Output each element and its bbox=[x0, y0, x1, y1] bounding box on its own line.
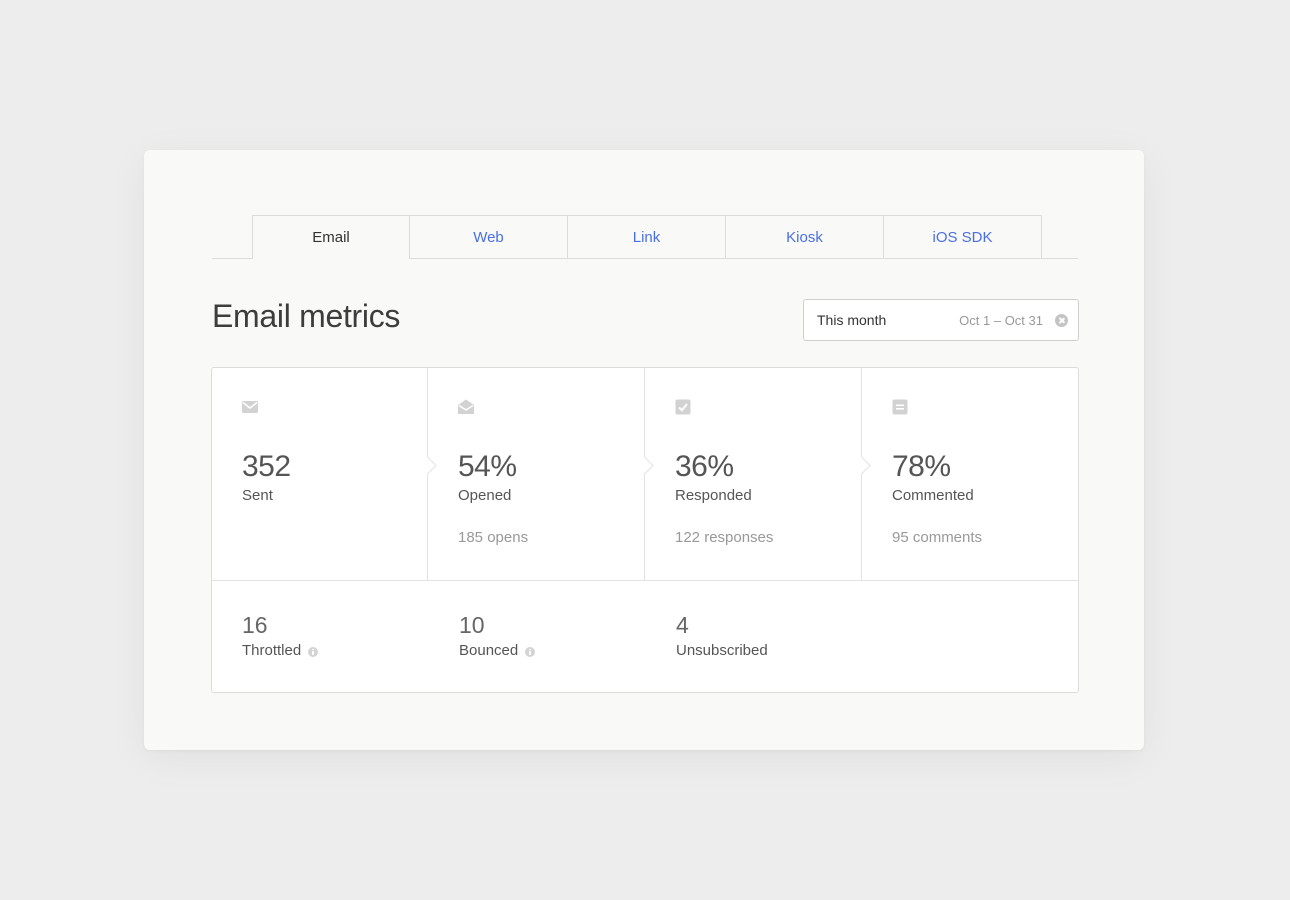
metric-commented: 78% Commented 95 comments bbox=[852, 368, 1078, 580]
metric-label: Responded bbox=[675, 487, 752, 504]
tab-kiosk[interactable]: Kiosk bbox=[726, 215, 884, 258]
metric-sent: 352 Sent bbox=[212, 368, 429, 580]
envelope-icon bbox=[242, 401, 258, 413]
metric-value: 10 bbox=[459, 612, 485, 638]
metric-throttled: 16 Throttled bbox=[212, 581, 429, 692]
metric-label: Opened bbox=[458, 487, 512, 504]
metrics-card: Email Web Link Kiosk iOS SDK Email metri… bbox=[144, 150, 1144, 750]
metric-label: Commented bbox=[892, 487, 974, 504]
metric-bounced: 10 Bounced bbox=[429, 581, 646, 692]
metric-label: Unsubscribed bbox=[676, 642, 768, 659]
checkbox-icon bbox=[675, 399, 691, 415]
secondary-row: 16 Throttled 10 Bounced 4 Unsubscribed bbox=[212, 581, 1078, 692]
metric-label: Bounced bbox=[459, 642, 519, 659]
metric-detail: 122 responses bbox=[675, 529, 774, 546]
metric-detail: 95 comments bbox=[892, 529, 983, 546]
metric-value: 352 bbox=[242, 450, 291, 483]
metric-value: 4 bbox=[676, 612, 689, 638]
metric-value: 16 bbox=[242, 612, 268, 638]
metric-unsubscribed: 4 Unsubscribed bbox=[646, 581, 863, 692]
metric-value: 36% bbox=[675, 450, 734, 483]
metric-detail: 185 opens bbox=[458, 529, 529, 546]
tab-link[interactable]: Link bbox=[568, 215, 726, 258]
tab-web[interactable]: Web bbox=[410, 215, 568, 258]
metric-label: Sent bbox=[242, 487, 273, 504]
tab-email[interactable]: Email bbox=[252, 215, 410, 259]
metric-label: Throttled bbox=[242, 642, 302, 659]
info-icon[interactable] bbox=[525, 646, 536, 657]
metric-label-row: Unsubscribed bbox=[676, 642, 768, 659]
date-filter-range: Oct 1 – Oct 31 bbox=[959, 312, 1043, 328]
metric-value: 78% bbox=[892, 450, 951, 483]
date-filter-label: This month bbox=[817, 312, 887, 328]
metric-label-row: Throttled bbox=[242, 642, 319, 659]
tab-ios-sdk[interactable]: iOS SDK bbox=[884, 215, 1042, 258]
info-icon[interactable] bbox=[308, 646, 319, 657]
clear-circle-icon[interactable] bbox=[1055, 313, 1068, 327]
metric-value: 54% bbox=[458, 450, 517, 483]
funnel-row: 352 Sent 54% Opened 185 opens 36% Respon… bbox=[212, 368, 1078, 581]
page-title: Email metrics bbox=[212, 298, 401, 334]
channel-tabs: Email Web Link Kiosk iOS SDK bbox=[212, 215, 1078, 259]
metric-label-row: Bounced bbox=[459, 642, 536, 659]
metric-responded: 36% Responded 122 responses bbox=[635, 368, 861, 580]
metric-opened: 54% Opened 185 opens bbox=[418, 368, 644, 580]
date-range-filter[interactable]: This month Oct 1 – Oct 31 bbox=[803, 299, 1079, 341]
comment-icon bbox=[892, 399, 908, 415]
metrics-panel: 352 Sent 54% Opened 185 opens 36% Respon… bbox=[211, 367, 1079, 693]
envelope-open-icon bbox=[458, 399, 474, 414]
